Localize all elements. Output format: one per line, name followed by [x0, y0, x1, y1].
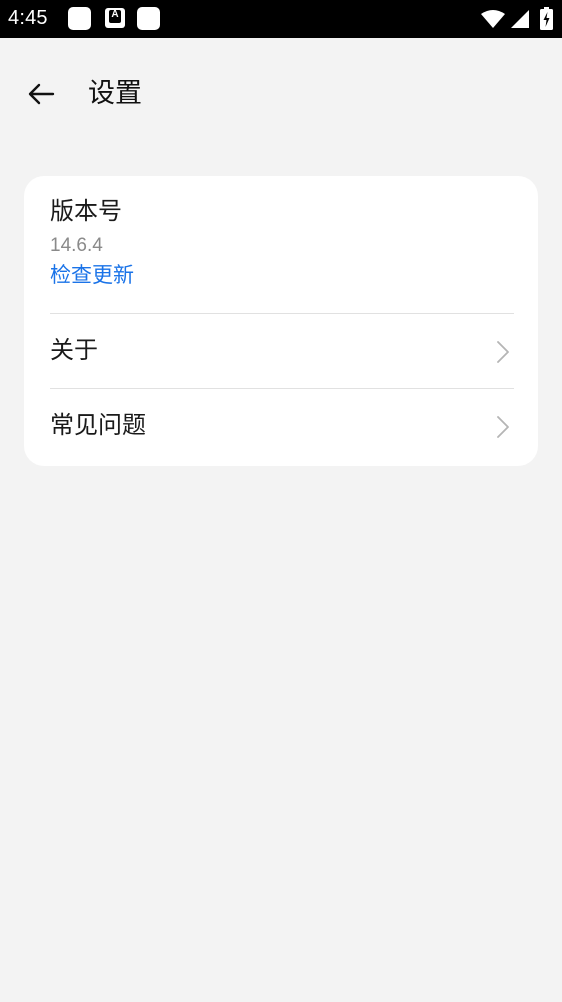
version-value: 14.6.4 [50, 235, 103, 256]
app-bar: 设置 [0, 38, 562, 150]
battery-charging-icon [540, 7, 553, 30]
chevron-right-icon [497, 416, 509, 438]
version-section: 版本号 14.6.4 检查更新 [50, 194, 134, 290]
settings-item-about[interactable]: 关于 [24, 314, 538, 388]
settings-card: 版本号 14.6.4 检查更新 关于 常见问题 [24, 176, 538, 466]
chevron-right-icon [497, 341, 509, 363]
status-bar: 4:45 [0, 0, 562, 38]
settings-item-label: 常见问题 [50, 411, 146, 439]
back-button[interactable] [20, 74, 60, 114]
notification-icon [68, 7, 91, 30]
settings-item-label: 关于 [50, 336, 98, 364]
version-label: 版本号 [50, 197, 122, 225]
signal-icon [511, 10, 529, 28]
status-time: 4:45 [8, 7, 48, 29]
arrow-left-icon [28, 83, 55, 105]
a-icon [105, 8, 125, 28]
check-update-link[interactable]: 检查更新 [50, 260, 134, 290]
wifi-icon [481, 10, 505, 28]
page-title: 设置 [88, 78, 142, 109]
notification-icon [137, 7, 160, 30]
settings-item-faq[interactable]: 常见问题 [24, 389, 538, 463]
